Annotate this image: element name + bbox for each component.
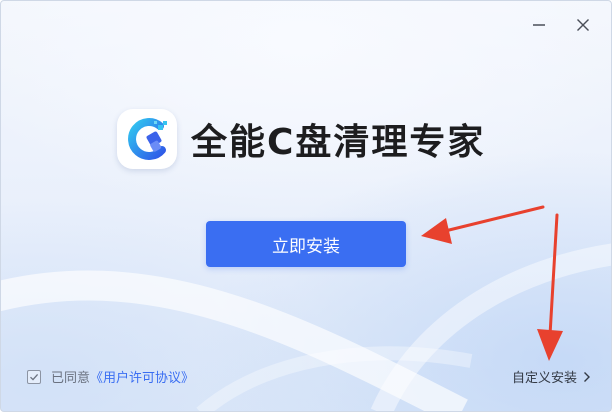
app-logo: [117, 109, 177, 169]
annotation-arrow-to-custom: [537, 213, 563, 361]
background-decoration: [1, 243, 611, 411]
license-agreement-link[interactable]: 《用户许可协议》: [90, 367, 194, 386]
close-button[interactable]: [573, 15, 593, 35]
install-now-button[interactable]: 立即安装: [206, 221, 406, 267]
annotation-arrows: [421, 205, 563, 361]
app-title: 全能C盘清理专家: [191, 122, 486, 163]
minimize-icon: [533, 24, 545, 26]
minimize-button[interactable]: [529, 15, 549, 35]
custom-install-link[interactable]: 自定义安装: [512, 367, 591, 386]
agreement-row: 已同意 《用户许可协议》: [27, 367, 194, 386]
brand-header: 全能C盘清理专家: [117, 109, 485, 169]
chevron-right-icon: [583, 371, 591, 383]
checkbox-checked-icon: [30, 373, 39, 381]
annotation-arrow-to-install: [421, 205, 545, 244]
custom-install-label: 自定义安装: [511, 371, 577, 386]
app-logo-icon: [128, 118, 167, 160]
installer-window: 全能C盘清理专家 立即安装 已同意 《用户许可协议》 自定义安装: [0, 0, 612, 412]
window-controls: [529, 15, 593, 35]
agreement-checkbox[interactable]: [27, 369, 41, 384]
agreement-prefix: 已同意: [51, 371, 91, 386]
close-icon: [577, 19, 589, 31]
